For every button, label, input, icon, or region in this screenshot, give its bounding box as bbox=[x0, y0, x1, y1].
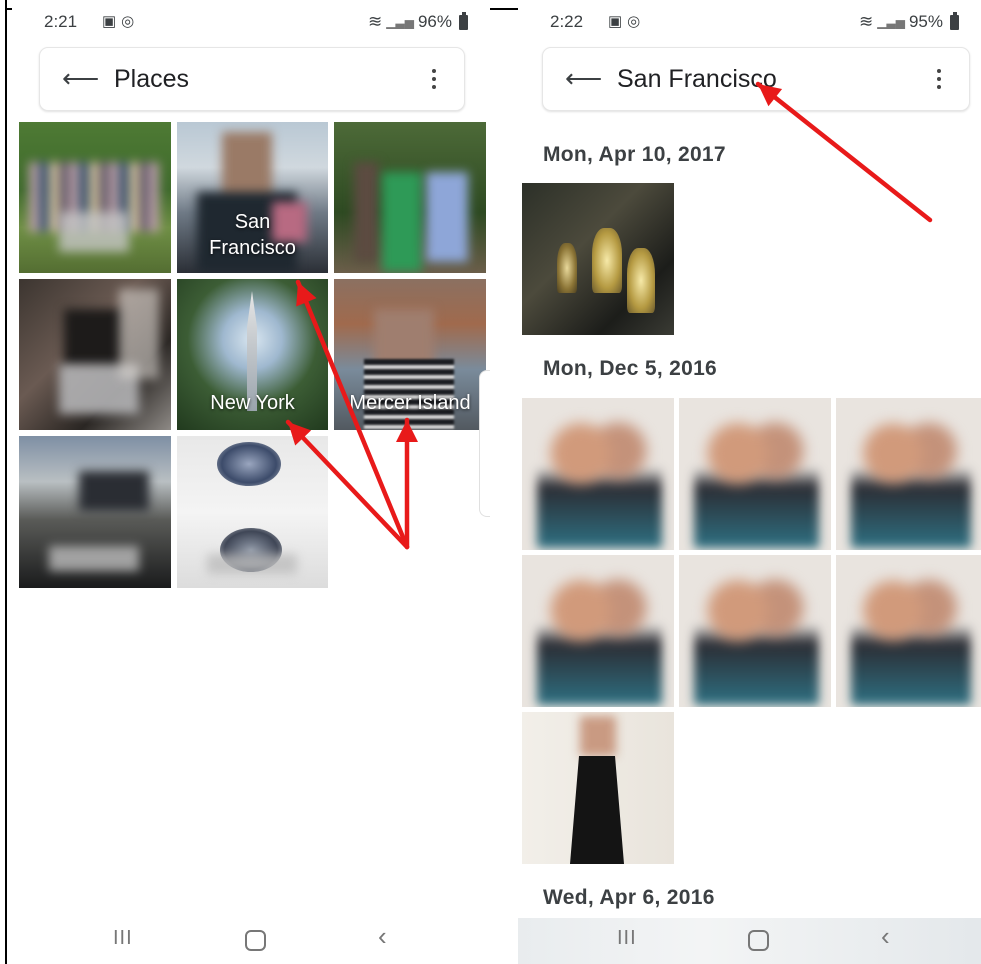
place-thumbnail-new-york[interactable]: New York bbox=[177, 279, 328, 430]
more-options-icon[interactable] bbox=[432, 69, 436, 93]
recent-apps-button[interactable]: III bbox=[617, 927, 637, 950]
place-thumbnail-mercer-island[interactable]: Mercer Island bbox=[334, 279, 486, 430]
status-bar: 2:21 ▣◎ ≋ ▁▃▅ 96% bbox=[12, 0, 490, 42]
battery-percent: 96% bbox=[417, 12, 452, 31]
battery-icon bbox=[459, 11, 468, 30]
date-header: Wed, Apr 6, 2016 bbox=[543, 886, 715, 909]
scroll-handle[interactable] bbox=[479, 370, 490, 517]
frame-border-top bbox=[486, 8, 522, 10]
signal-icon: ▁▃▅ bbox=[877, 15, 905, 29]
back-chevron-icon[interactable]: ‹ bbox=[378, 921, 387, 952]
photo-thumbnail[interactable] bbox=[522, 555, 674, 707]
place-thumbnail[interactable] bbox=[19, 122, 171, 273]
photo-thumbnail[interactable] bbox=[522, 398, 674, 550]
more-options-icon[interactable] bbox=[937, 69, 941, 93]
notification-icons: ▣◎ bbox=[102, 13, 140, 30]
photo-thumbnail[interactable] bbox=[836, 398, 981, 550]
home-button[interactable] bbox=[748, 930, 769, 951]
place-label: New York bbox=[210, 392, 295, 414]
photo-thumbnail[interactable] bbox=[679, 555, 831, 707]
frame-border-left bbox=[5, 0, 7, 964]
status-time: 2:21 bbox=[44, 12, 78, 31]
recent-apps-button[interactable]: III bbox=[113, 927, 133, 950]
status-time: 2:22 bbox=[550, 12, 584, 31]
home-button[interactable] bbox=[245, 930, 266, 951]
photo-thumbnail[interactable] bbox=[522, 712, 674, 864]
san-francisco-screen: 2:22 ▣◎ ≋ ▁▃▅ 95% ⟵ San Francisco Mon, A… bbox=[518, 0, 981, 964]
search-app-bar: ⟵ Places bbox=[39, 47, 465, 111]
date-header: Mon, Dec 5, 2016 bbox=[543, 357, 718, 380]
place-thumbnail[interactable] bbox=[19, 436, 171, 588]
search-app-bar: ⟵ San Francisco bbox=[542, 47, 970, 111]
photo-thumbnail[interactable] bbox=[522, 183, 674, 335]
back-arrow-icon[interactable]: ⟵ bbox=[62, 64, 99, 92]
places-screen: 2:21 ▣◎ ≋ ▁▃▅ 96% ⟵ Places San Francisco bbox=[12, 0, 490, 964]
battery-percent: 95% bbox=[908, 12, 943, 31]
place-label: San Francisco bbox=[209, 211, 296, 259]
page-title: Places bbox=[114, 65, 190, 93]
status-bar: 2:22 ▣◎ ≋ ▁▃▅ 95% bbox=[518, 0, 981, 42]
wifi-icon: ≋ bbox=[368, 12, 383, 31]
notification-icons: ▣◎ bbox=[608, 13, 646, 30]
place-thumbnail[interactable] bbox=[177, 436, 328, 588]
place-label: Mercer Island bbox=[349, 392, 471, 414]
photo-thumbnail[interactable] bbox=[836, 555, 981, 707]
back-arrow-icon[interactable]: ⟵ bbox=[565, 64, 602, 92]
system-nav-bar: III ‹ bbox=[518, 908, 981, 964]
place-thumbnail[interactable] bbox=[334, 122, 486, 273]
photo-thumbnail[interactable] bbox=[679, 398, 831, 550]
page-title: San Francisco bbox=[617, 65, 777, 93]
wifi-icon: ≋ bbox=[859, 12, 874, 31]
date-header: Mon, Apr 10, 2017 bbox=[543, 143, 726, 166]
place-thumbnail-san-francisco[interactable]: San Francisco bbox=[177, 122, 328, 273]
signal-icon: ▁▃▅ bbox=[386, 15, 414, 29]
place-thumbnail[interactable] bbox=[19, 279, 171, 430]
battery-icon bbox=[950, 11, 959, 30]
system-nav-bar: III ‹ bbox=[12, 908, 490, 964]
back-chevron-icon[interactable]: ‹ bbox=[881, 921, 890, 952]
